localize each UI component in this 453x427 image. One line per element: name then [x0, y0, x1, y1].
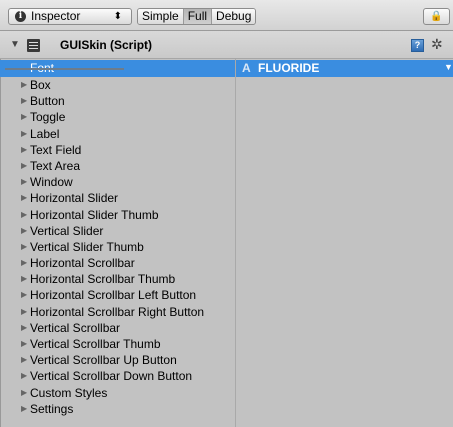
up-down-arrows-icon: ⬍ [113, 11, 122, 22]
property-row[interactable]: ▶ Horizontal Scrollbar Right Button [0, 304, 235, 320]
inspector-dropdown-label: Inspector [31, 9, 81, 23]
font-object-value: FLUORIDE [258, 61, 320, 75]
foldout-arrow-icon[interactable]: ▶ [21, 126, 27, 142]
font-asset-icon: A [242, 61, 251, 75]
property-label: Horizontal Scrollbar Thumb [30, 272, 176, 287]
mode-full-button[interactable]: Full [183, 9, 213, 24]
drag-line [5, 68, 124, 70]
property-row[interactable]: ▶ Horizontal Slider [0, 190, 235, 206]
property-label: Horizontal Scrollbar Right Button [30, 304, 205, 319]
property-label: Button [30, 94, 65, 109]
property-label: Vertical Scrollbar Down Button [30, 369, 193, 384]
property-row[interactable]: ▶ Toggle [0, 109, 235, 125]
property-row[interactable]: ▶ Box [0, 77, 235, 93]
foldout-arrow-icon[interactable]: ▶ [21, 255, 27, 271]
info-icon: i [15, 11, 26, 22]
property-row[interactable]: ▶ Horizontal Scrollbar Left Button [0, 287, 235, 303]
property-label: Vertical Slider [30, 223, 104, 238]
foldout-arrow-icon[interactable]: ▶ [21, 368, 27, 384]
foldout-arrow-icon[interactable]: ▶ [21, 336, 27, 352]
foldout-arrow-icon[interactable]: ▶ [21, 93, 27, 109]
property-label: Horizontal Slider Thumb [30, 207, 159, 222]
foldout-arrow-icon[interactable]: ▶ [21, 401, 27, 417]
foldout-arrow-icon[interactable]: ▶ [21, 352, 27, 368]
property-label: Vertical Scrollbar [30, 320, 121, 335]
foldout-arrow-icon[interactable]: ▶ [21, 158, 27, 174]
inspector-toolbar: i Inspector ⬍ Simple Full Debug 🔒 [0, 0, 453, 31]
foldout-arrow-icon[interactable]: ▶ [21, 320, 27, 336]
foldout-arrow-icon[interactable]: ▶ [21, 223, 27, 239]
property-label: Vertical Slider Thumb [30, 239, 144, 254]
property-row[interactable]: ▶ Label [0, 126, 235, 142]
foldout-arrow-icon[interactable]: ▶ [21, 385, 27, 401]
font-object-field[interactable]: A FLUORIDE ▼ [238, 60, 453, 77]
property-label: Settings [30, 401, 74, 416]
property-row[interactable]: ▶ Horizontal Slider Thumb [0, 207, 235, 223]
property-label: Text Field [30, 142, 82, 157]
property-row[interactable]: ▶ Vertical Scrollbar Down Button [0, 368, 235, 384]
mode-segmented-control: Simple Full Debug [137, 8, 257, 25]
property-label: Label [30, 126, 60, 141]
property-row[interactable]: ▶ Horizontal Scrollbar [0, 255, 235, 271]
property-label: Window [30, 175, 73, 190]
foldout-arrow-icon[interactable]: ▶ [21, 190, 27, 206]
column-divider [235, 59, 236, 427]
property-label: Horizontal Slider [30, 191, 119, 206]
property-row[interactable]: ▶ Vertical Scrollbar Thumb [0, 336, 235, 352]
property-label: Text Area [30, 158, 81, 173]
property-row[interactable]: ▶ Custom Styles [0, 385, 235, 401]
foldout-arrow-icon[interactable]: ▶ [21, 271, 27, 287]
property-row[interactable]: ▶ Vertical Scrollbar Up Button [0, 352, 235, 368]
mode-debug-button[interactable]: Debug [212, 9, 256, 24]
property-row[interactable]: ▶ Text Area [0, 158, 235, 174]
foldout-arrow-icon[interactable]: ▶ [21, 239, 27, 255]
property-label: Toggle [30, 110, 66, 125]
gear-icon[interactable]: ✲ [431, 36, 443, 53]
property-list: ▶ Box ▶ Button ▶ Toggle ▶ Label ▶ Text Field ▶ Text… [0, 77, 235, 417]
property-row[interactable]: ▶ Horizontal Scrollbar Thumb [0, 271, 235, 287]
component-header[interactable]: ▼ GUISkin (Script) ? ✲ [0, 31, 453, 59]
property-label: Custom Styles [30, 385, 108, 400]
property-row[interactable]: ▶ Settings [0, 401, 235, 417]
property-row[interactable]: ▶ Text Field [0, 142, 235, 158]
component-title: GUISkin (Script) [60, 38, 153, 52]
property-row[interactable]: ▶ Vertical Slider [0, 223, 235, 239]
property-label: Horizontal Scrollbar Left Button [30, 288, 197, 303]
script-icon [27, 39, 40, 52]
property-row[interactable]: ▶ Vertical Slider Thumb [0, 239, 235, 255]
lock-button[interactable]: 🔒 [423, 8, 450, 25]
mode-simple-button[interactable]: Simple [138, 9, 184, 24]
property-label: Horizontal Scrollbar [30, 256, 135, 271]
foldout-arrow-icon[interactable]: ▶ [21, 304, 27, 320]
foldout-arrow-icon[interactable]: ▶ [21, 174, 27, 190]
dropdown-arrow-icon[interactable]: ▼ [444, 62, 453, 72]
inspector-dropdown-button[interactable]: i Inspector ⬍ [8, 8, 132, 25]
foldout-arrow-icon[interactable]: ▶ [21, 77, 27, 93]
property-row[interactable]: ▶ Vertical Scrollbar [0, 320, 235, 336]
property-label: Vertical Scrollbar Thumb [30, 337, 161, 351]
help-icon[interactable]: ? [411, 39, 424, 52]
property-row[interactable]: ▶ Window [0, 174, 235, 190]
foldout-arrow-icon[interactable]: ▶ [21, 109, 27, 125]
foldout-arrow-icon[interactable]: ▶ [21, 142, 27, 158]
property-row[interactable]: ▶ Button [0, 93, 235, 109]
foldout-arrow-icon[interactable]: ▶ [21, 287, 27, 303]
foldout-arrow-icon[interactable]: ▶ [21, 207, 27, 223]
property-label: Vertical Scrollbar Up Button [30, 353, 177, 368]
fold-triangle-icon[interactable]: ▼ [10, 39, 20, 50]
lock-icon: 🔒 [430, 11, 443, 22]
property-label: Box [30, 78, 51, 92]
